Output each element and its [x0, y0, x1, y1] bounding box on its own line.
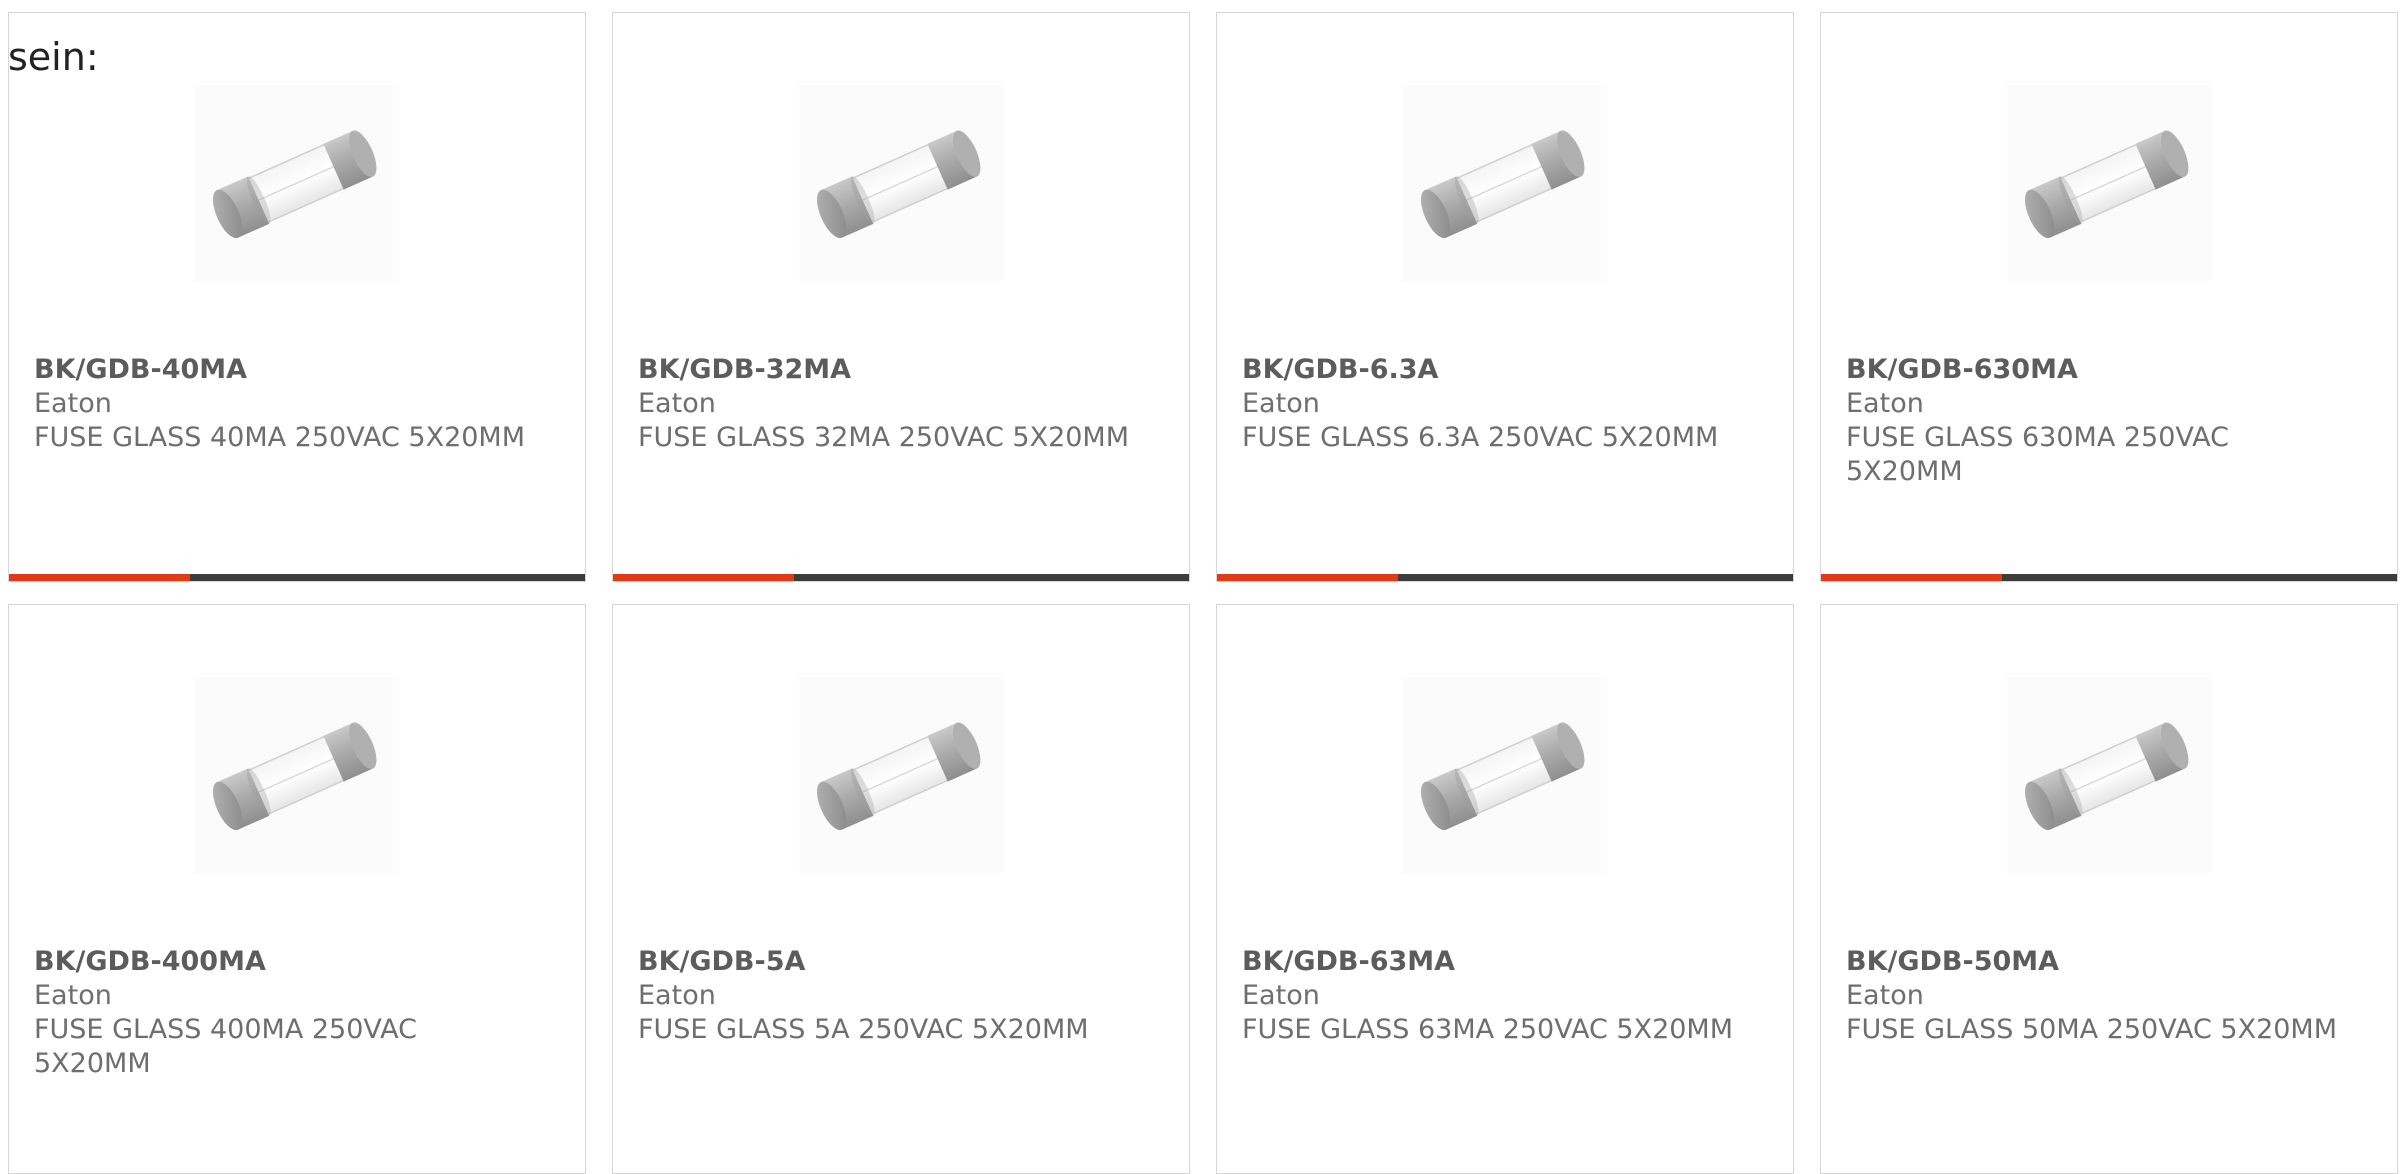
card-bottom-bar: [9, 574, 585, 581]
card-accent-bar: [1217, 574, 1399, 581]
product-card[interactable]: BK/GDB-5A Eaton FUSE GLASS 5A 250VAC 5X2…: [612, 604, 1190, 1174]
glass-fuse-icon: [1414, 125, 1592, 243]
part-number[interactable]: BK/GDB-6.3A: [1242, 353, 1742, 387]
product-card[interactable]: BK/GDB-6.3A Eaton FUSE GLASS 6.3A 250VAC…: [1216, 12, 1794, 582]
product-description: FUSE GLASS 32MA 250VAC 5X20MM: [638, 422, 1130, 453]
product-image[interactable]: [2007, 677, 2211, 873]
glass-fuse-icon: [2018, 125, 2196, 243]
product-description: FUSE GLASS 50MA 250VAC 5X20MM: [1846, 1014, 2338, 1045]
glass-fuse-icon: [2018, 717, 2196, 835]
card-bottom-bar: [1217, 574, 1793, 581]
product-info: BK/GDB-5A Eaton FUSE GLASS 5A 250VAC 5X2…: [638, 945, 1138, 1047]
product-image[interactable]: [1403, 85, 1607, 281]
glass-fuse-icon: [206, 125, 384, 243]
manufacturer: Eaton: [1242, 388, 1320, 419]
manufacturer: Eaton: [638, 980, 716, 1011]
glass-fuse-icon: [810, 717, 988, 835]
product-info: BK/GDB-400MA Eaton FUSE GLASS 400MA 250V…: [34, 945, 534, 1081]
product-description: FUSE GLASS 400MA 250VAC 5X20MM: [34, 1014, 417, 1079]
product-image[interactable]: [195, 85, 399, 281]
part-number[interactable]: BK/GDB-400MA: [34, 945, 534, 979]
product-image[interactable]: [799, 85, 1003, 281]
product-description: FUSE GLASS 40MA 250VAC 5X20MM: [34, 422, 526, 453]
product-card[interactable]: BK/GDB-32MA Eaton FUSE GLASS 32MA 250VAC…: [612, 12, 1190, 582]
product-card[interactable]: BK/GDB-40MA Eaton FUSE GLASS 40MA 250VAC…: [8, 12, 586, 582]
product-card[interactable]: BK/GDB-50MA Eaton FUSE GLASS 50MA 250VAC…: [1820, 604, 2398, 1174]
product-image[interactable]: [2007, 85, 2211, 281]
product-description: FUSE GLASS 63MA 250VAC 5X20MM: [1242, 1014, 1734, 1045]
product-info: BK/GDB-630MA Eaton FUSE GLASS 630MA 250V…: [1846, 353, 2346, 489]
product-description: FUSE GLASS 6.3A 250VAC 5X20MM: [1242, 422, 1719, 453]
product-info: BK/GDB-63MA Eaton FUSE GLASS 63MA 250VAC…: [1242, 945, 1742, 1047]
manufacturer: Eaton: [1846, 980, 1924, 1011]
manufacturer: Eaton: [34, 388, 112, 419]
product-description: FUSE GLASS 5A 250VAC 5X20MM: [638, 1014, 1089, 1045]
product-card[interactable]: BK/GDB-400MA Eaton FUSE GLASS 400MA 250V…: [8, 604, 586, 1174]
product-info: BK/GDB-50MA Eaton FUSE GLASS 50MA 250VAC…: [1846, 945, 2346, 1047]
glass-fuse-icon: [810, 125, 988, 243]
part-number[interactable]: BK/GDB-50MA: [1846, 945, 2346, 979]
part-number[interactable]: BK/GDB-32MA: [638, 353, 1138, 387]
part-number[interactable]: BK/GDB-5A: [638, 945, 1138, 979]
product-description: FUSE GLASS 630MA 250VAC 5X20MM: [1846, 422, 2229, 487]
product-info: BK/GDB-6.3A Eaton FUSE GLASS 6.3A 250VAC…: [1242, 353, 1742, 455]
card-bottom-bar: [613, 574, 1189, 581]
card-accent-bar: [613, 574, 795, 581]
product-info: BK/GDB-40MA Eaton FUSE GLASS 40MA 250VAC…: [34, 353, 534, 455]
manufacturer: Eaton: [34, 980, 112, 1011]
card-accent-bar: [1821, 574, 2003, 581]
product-info: BK/GDB-32MA Eaton FUSE GLASS 32MA 250VAC…: [638, 353, 1138, 455]
product-image[interactable]: [195, 677, 399, 873]
part-number[interactable]: BK/GDB-63MA: [1242, 945, 1742, 979]
part-number[interactable]: BK/GDB-40MA: [34, 353, 534, 387]
product-card[interactable]: BK/GDB-630MA Eaton FUSE GLASS 630MA 250V…: [1820, 12, 2398, 582]
glass-fuse-icon: [206, 717, 384, 835]
product-grid: BK/GDB-40MA Eaton FUSE GLASS 40MA 250VAC…: [8, 12, 2398, 1174]
manufacturer: Eaton: [1242, 980, 1320, 1011]
card-accent-bar: [9, 574, 191, 581]
product-image[interactable]: [799, 677, 1003, 873]
product-card[interactable]: BK/GDB-63MA Eaton FUSE GLASS 63MA 250VAC…: [1216, 604, 1794, 1174]
manufacturer: Eaton: [1846, 388, 1924, 419]
part-number[interactable]: BK/GDB-630MA: [1846, 353, 2346, 387]
glass-fuse-icon: [1414, 717, 1592, 835]
intro-text: sein:: [8, 35, 99, 79]
card-bottom-bar: [1821, 574, 2397, 581]
manufacturer: Eaton: [638, 388, 716, 419]
product-image[interactable]: [1403, 677, 1607, 873]
